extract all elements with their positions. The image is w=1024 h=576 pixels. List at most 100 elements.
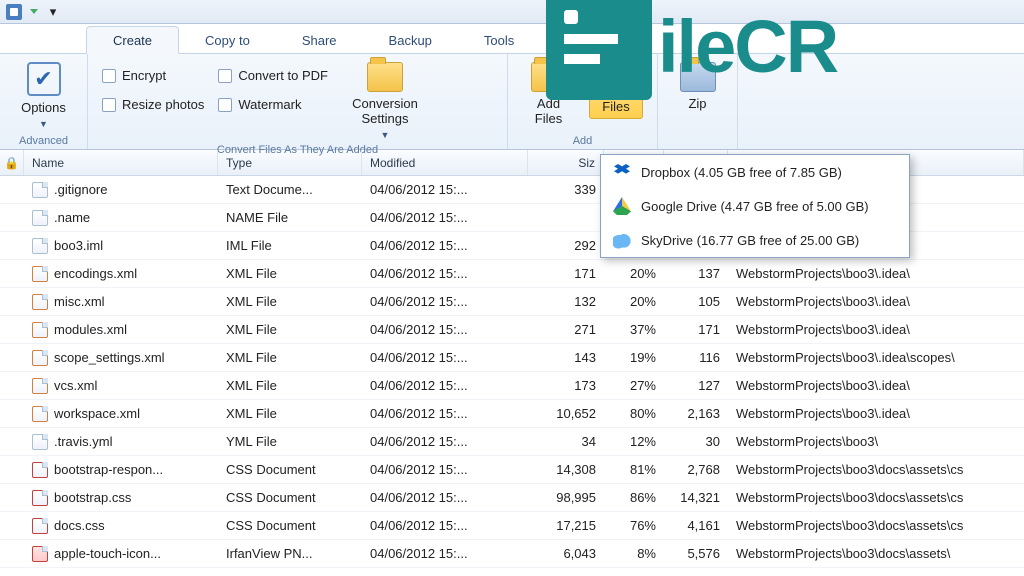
files-split-button[interactable]: Files: [589, 60, 643, 119]
tab-share[interactable]: Share: [276, 27, 363, 53]
column-name[interactable]: Name: [24, 150, 218, 175]
row-modified-cell: 04/06/2012 15:...: [362, 434, 528, 449]
convert-pdf-label: Convert to PDF: [238, 68, 328, 83]
row-path-cell: WebstormProjects\boo3\.idea\: [728, 406, 1024, 421]
table-row[interactable]: bootstrap.cssCSS Document04/06/2012 15:.…: [0, 484, 1024, 512]
row-type-cell: YML File: [218, 434, 362, 449]
file-name: modules.xml: [54, 322, 127, 337]
folder-gear-icon: [367, 62, 403, 92]
file-name: vcs.xml: [54, 378, 97, 393]
file-name: apple-touch-icon...: [54, 546, 161, 561]
row-name-cell: workspace.xml: [24, 406, 218, 422]
table-row[interactable]: apple-touch-icon...IrfanView PN...04/06/…: [0, 540, 1024, 568]
row-size-cell: 292: [528, 238, 604, 253]
qat-dropdown-icon[interactable]: ▾: [44, 3, 62, 21]
tab-backup[interactable]: Backup: [363, 27, 458, 53]
file-name: encodings.xml: [54, 266, 137, 281]
row-type-cell: XML File: [218, 350, 362, 365]
row-size-cell: 271: [528, 322, 604, 337]
add-files-button[interactable]: Add Files: [522, 60, 575, 128]
row-ratio-cell: 12%: [604, 434, 664, 449]
row-path-cell: WebstormProjects\boo3\.idea\: [728, 266, 1024, 281]
row-name-cell: boo3.iml: [24, 238, 218, 254]
row-type-cell: Text Docume...: [218, 182, 362, 197]
cloud-menu-item[interactable]: Dropbox (4.05 GB free of 7.85 GB): [601, 155, 909, 189]
cloud-menu-item[interactable]: SkyDrive (16.77 GB free of 25.00 GB): [601, 223, 909, 257]
tab-create[interactable]: Create: [86, 26, 179, 54]
tab-copy-to[interactable]: Copy to: [179, 27, 276, 53]
file-icon: [32, 210, 48, 226]
file-icon: [32, 238, 48, 254]
group-label-advanced: Advanced: [14, 135, 73, 147]
row-packed-cell: 137: [664, 266, 728, 281]
resize-label: Resize photos: [122, 97, 204, 112]
file-icon: [32, 434, 48, 450]
resize-photos-checkbox[interactable]: Resize photos: [102, 95, 204, 114]
row-name-cell: vcs.xml: [24, 378, 218, 394]
row-name-cell: bootstrap.css: [24, 490, 218, 506]
row-packed-cell: 30: [664, 434, 728, 449]
row-type-cell: XML File: [218, 294, 362, 309]
file-icon: [32, 490, 48, 506]
watermark-label: Watermark: [238, 97, 301, 112]
file-name: .name: [54, 210, 90, 225]
file-icon: [32, 406, 48, 422]
row-modified-cell: 04/06/2012 15:...: [362, 546, 528, 561]
zip-button[interactable]: Zip: [676, 60, 720, 113]
dbx-icon: [613, 163, 631, 181]
row-name-cell: scope_settings.xml: [24, 350, 218, 366]
options-button[interactable]: Options ▼: [17, 60, 70, 131]
cloud-menu-item[interactable]: Google Drive (4.47 GB free of 5.00 GB): [601, 189, 909, 223]
checkbox-icon: [218, 98, 232, 112]
options-label: Options: [21, 100, 66, 115]
table-row[interactable]: modules.xmlXML File04/06/2012 15:...2713…: [0, 316, 1024, 344]
row-ratio-cell: 19%: [604, 350, 664, 365]
lock-icon: 🔒: [4, 156, 19, 170]
ribbon-group-zip: Zip: [658, 54, 738, 149]
conversion-settings-button[interactable]: Conversion Settings ▼: [342, 60, 428, 142]
file-name: .travis.yml: [54, 434, 113, 449]
row-packed-cell: 127: [664, 378, 728, 393]
row-name-cell: .name: [24, 210, 218, 226]
row-size-cell: 6,043: [528, 546, 604, 561]
column-modified[interactable]: Modified: [362, 150, 528, 175]
app-icon[interactable]: [6, 4, 22, 20]
table-row[interactable]: scope_settings.xmlXML File04/06/2012 15:…: [0, 344, 1024, 372]
table-row[interactable]: bootstrap-respon...CSS Document04/06/201…: [0, 456, 1024, 484]
file-icon: [32, 462, 48, 478]
checkbox-icon: [102, 98, 116, 112]
convert-pdf-checkbox[interactable]: Convert to PDF: [218, 66, 328, 85]
table-row[interactable]: misc.xmlXML File04/06/2012 15:...13220%1…: [0, 288, 1024, 316]
ribbon: Options ▼ Advanced Encrypt Resize photos…: [0, 54, 1024, 150]
table-row[interactable]: .travis.ymlYML File04/06/2012 15:...3412…: [0, 428, 1024, 456]
cloud-menu-text: SkyDrive (16.77 GB free of 25.00 GB): [641, 233, 859, 248]
encrypt-checkbox[interactable]: Encrypt: [102, 66, 204, 85]
quick-access-caret-icon[interactable]: [30, 9, 38, 14]
column-size[interactable]: Siz: [528, 150, 604, 175]
table-row[interactable]: workspace.xmlXML File04/06/2012 15:...10…: [0, 400, 1024, 428]
column-type[interactable]: Type: [218, 150, 362, 175]
ribbon-group-convert: Encrypt Resize photos Convert to PDF Wat…: [88, 54, 508, 149]
tab-tools[interactable]: Tools: [458, 27, 540, 53]
row-type-cell: CSS Document: [218, 490, 362, 505]
checkbox-icon: [218, 69, 232, 83]
zip-icon: [680, 62, 716, 92]
file-icon: [32, 294, 48, 310]
folder-add-icon: [531, 62, 567, 92]
group-label-zip: [672, 135, 723, 147]
row-modified-cell: 04/06/2012 15:...: [362, 238, 528, 253]
row-modified-cell: 04/06/2012 15:...: [362, 518, 528, 533]
row-ratio-cell: 80%: [604, 406, 664, 421]
table-row[interactable]: docs.cssCSS Document04/06/2012 15:...17,…: [0, 512, 1024, 540]
row-path-cell: WebstormProjects\boo3\: [728, 434, 1024, 449]
watermark-checkbox[interactable]: Watermark: [218, 95, 328, 114]
column-lock[interactable]: 🔒: [0, 150, 24, 175]
file-icon: [32, 266, 48, 282]
table-row[interactable]: vcs.xmlXML File04/06/2012 15:...17327%12…: [0, 372, 1024, 400]
file-icon: [32, 350, 48, 366]
row-name-cell: bootstrap-respon...: [24, 462, 218, 478]
table-row[interactable]: encodings.xmlXML File04/06/2012 15:...17…: [0, 260, 1024, 288]
row-modified-cell: 04/06/2012 15:...: [362, 378, 528, 393]
options-icon: [27, 62, 61, 96]
row-path-cell: WebstormProjects\boo3\.idea\: [728, 322, 1024, 337]
